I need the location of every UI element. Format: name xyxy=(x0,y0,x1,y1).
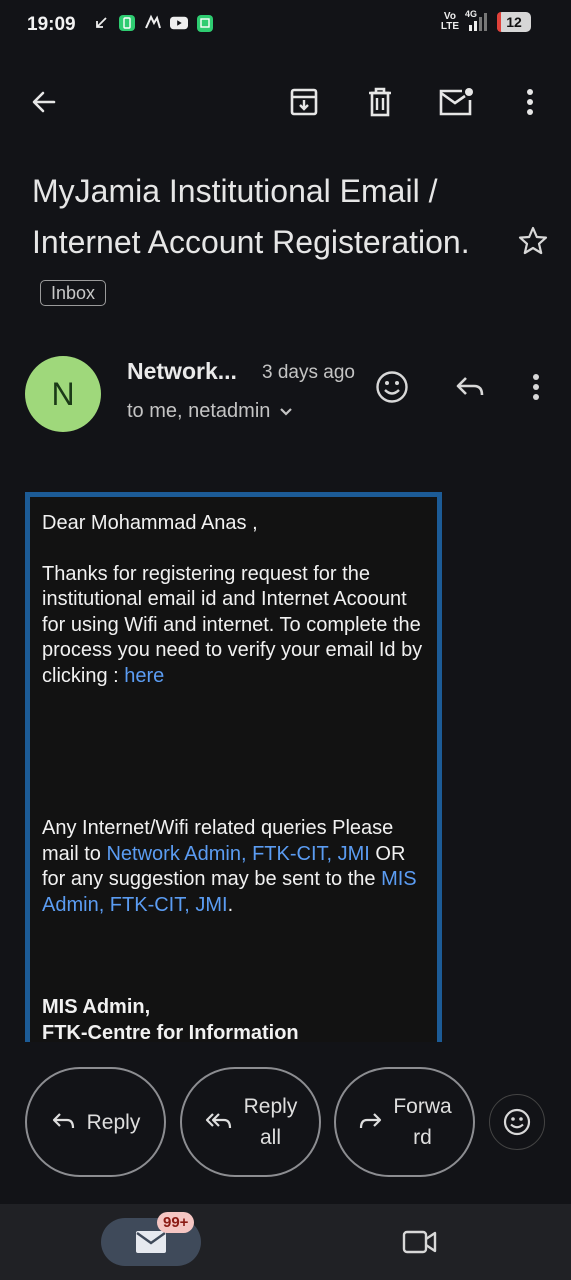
body-paragraph-1: Thanks for registering request for the i… xyxy=(42,562,423,687)
missed-call-arrow-icon xyxy=(92,14,110,32)
forward-label: Forwa rd xyxy=(393,1095,452,1149)
sender-name[interactable]: Network... xyxy=(127,358,237,385)
signature-line-1: MIS Admin, xyxy=(42,996,151,1018)
unread-count-badge: 99+ xyxy=(157,1212,195,1233)
recipients-toggle[interactable]: to me, netadmin xyxy=(127,400,294,423)
forward-button[interactable]: Forwa rd xyxy=(334,1067,475,1177)
reply-label: Reply xyxy=(86,1110,141,1134)
emoji-icon xyxy=(376,371,408,403)
signal-icon: 4G xyxy=(465,9,487,31)
forward-icon xyxy=(360,1113,382,1129)
system-status-icons: Vo LTE 4G 12 xyxy=(440,9,531,32)
mark-unread-button[interactable] xyxy=(436,82,476,122)
reply-icon xyxy=(52,1113,74,1129)
avatar-initial: N xyxy=(51,375,75,412)
meet-tab[interactable] xyxy=(398,1222,442,1262)
star-icon xyxy=(518,226,548,255)
emoji-icon xyxy=(503,1108,531,1136)
app-notification-icon xyxy=(118,14,136,32)
body-paragraph-2: Any Internet/Wifi related queries Please… xyxy=(42,817,417,916)
volte-indicator: Vo LTE xyxy=(440,11,459,32)
notification-icons xyxy=(92,14,214,32)
reply-actions: Reply Reply all Forwa rd xyxy=(0,1066,571,1178)
reply-all-icon xyxy=(205,1113,231,1129)
message-more-button[interactable] xyxy=(516,367,556,407)
gmail-email-view: 19:09 Vo LTE 4G 12 MyJamia Institutional… xyxy=(0,0,571,1280)
add-reaction-button[interactable] xyxy=(372,367,412,407)
email-timestamp: 3 days ago xyxy=(262,362,355,383)
star-button[interactable] xyxy=(514,222,552,260)
reply-all-label: Reply all xyxy=(243,1095,298,1149)
inbox-label-chip[interactable]: Inbox xyxy=(40,279,107,306)
verify-link[interactable]: here xyxy=(124,665,164,687)
bottom-navigation: 99+ xyxy=(0,1204,571,1280)
status-bar: 19:09 Vo LTE 4G 12 xyxy=(0,0,571,52)
more-vert-icon xyxy=(533,374,539,400)
arrow-left-icon xyxy=(32,91,56,113)
reply-button[interactable]: Reply xyxy=(25,1067,166,1177)
trash-icon xyxy=(369,87,391,117)
more-options-button[interactable] xyxy=(510,82,550,122)
mail-unread-icon xyxy=(439,88,473,116)
more-vert-icon xyxy=(527,89,533,115)
network-admin-link[interactable]: Network Admin, FTK-CIT, JMI xyxy=(106,843,369,865)
email-body: Dear Mohammad Anas , Thanks for register… xyxy=(30,497,437,1042)
recipients-text: to me, netadmin xyxy=(127,400,271,422)
app-notification-icon xyxy=(144,14,162,32)
subject-text: MyJamia Institutional Email / Internet A… xyxy=(32,173,470,260)
delete-button[interactable] xyxy=(360,82,400,122)
email-body-card: Dear Mohammad Anas , Thanks for register… xyxy=(25,492,442,1042)
video-camera-icon xyxy=(402,1230,437,1254)
youtube-icon xyxy=(170,14,188,32)
sender-avatar[interactable]: N xyxy=(25,356,101,432)
back-button[interactable] xyxy=(24,82,64,122)
greeting: Dear Mohammad Anas , xyxy=(42,512,258,534)
top-app-bar xyxy=(0,70,571,134)
archive-icon xyxy=(290,88,318,116)
archive-button[interactable] xyxy=(284,82,324,122)
chevron-down-icon xyxy=(280,407,293,416)
email-subject: MyJamia Institutional Email / Internet A… xyxy=(32,166,502,319)
mail-icon xyxy=(136,1231,166,1253)
reply-all-button[interactable]: Reply all xyxy=(180,1067,321,1177)
app-notification-icon xyxy=(196,14,214,32)
reply-icon xyxy=(456,377,484,396)
signature-line-2: FTK-Centre for Information xyxy=(42,1021,299,1043)
battery-icon: 12 xyxy=(497,12,531,32)
react-emoji-button[interactable] xyxy=(489,1094,545,1150)
reply-quick-button[interactable] xyxy=(450,367,490,407)
status-time: 19:09 xyxy=(27,14,76,35)
